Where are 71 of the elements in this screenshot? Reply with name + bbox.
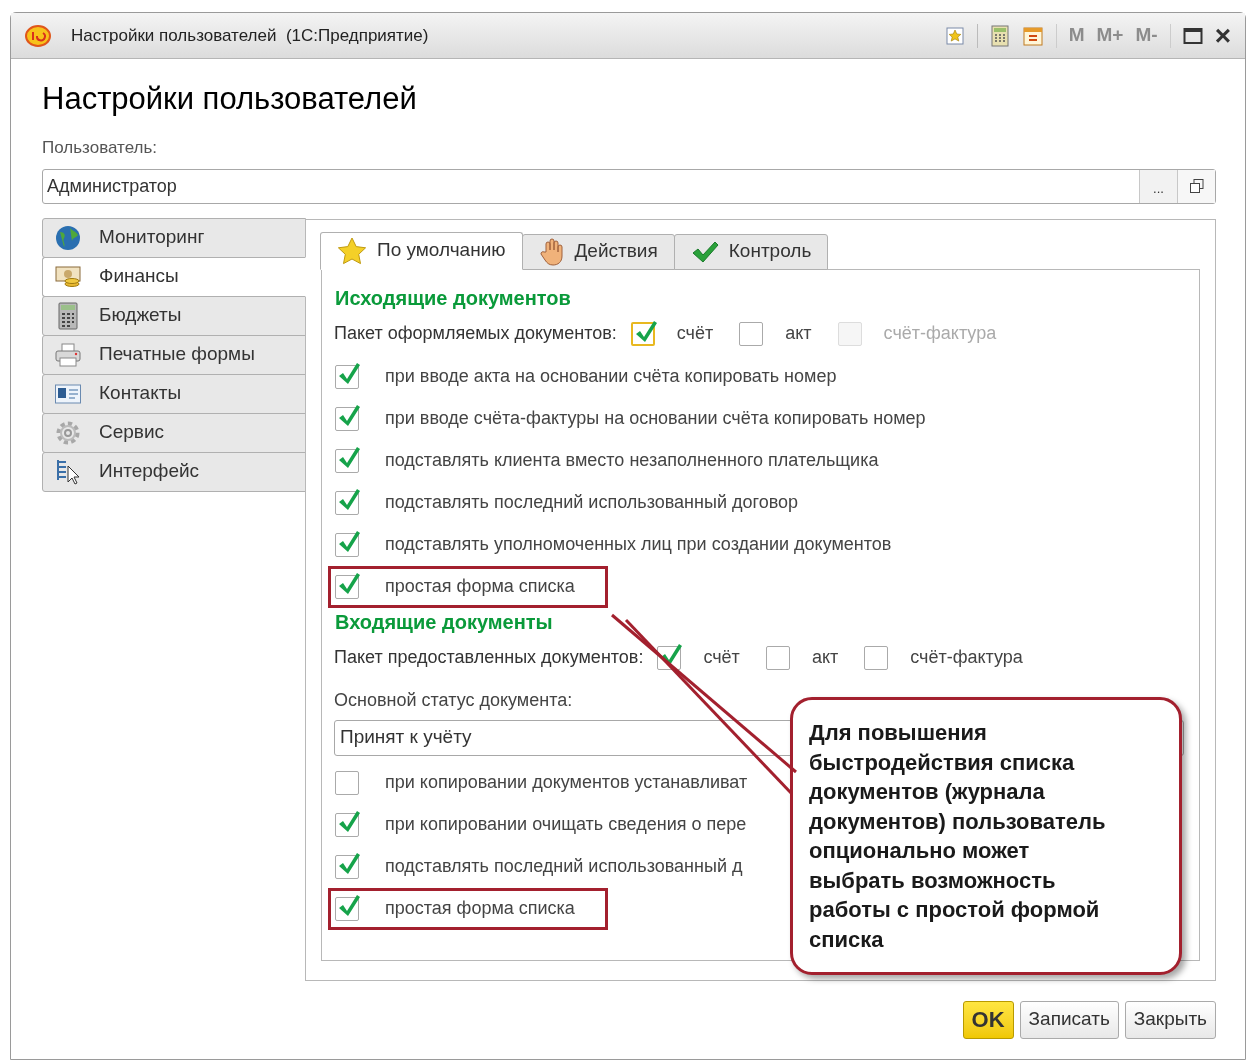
user-field[interactable]: Администратор ...: [42, 168, 1216, 204]
window-title: Настройки пользователей (1С:Предприятие): [71, 24, 430, 47]
open-window-icon: [1188, 178, 1205, 194]
field-label: Основной статус документа:: [334, 688, 574, 712]
checkbox-label: акт: [811, 646, 839, 669]
checkbox-label: счёт: [676, 322, 714, 345]
app-logo-icon: [25, 24, 51, 47]
checkbox[interactable]: [335, 406, 359, 431]
checkbox-label: простая форма списка: [385, 897, 575, 920]
favorite-icon[interactable]: [944, 25, 965, 46]
checkbox[interactable]: [335, 574, 359, 599]
section-item[interactable]: Финансы: [42, 256, 306, 297]
close-button[interactable]: ×: [1214, 21, 1231, 50]
page-heading: Настройки пользователей: [42, 80, 418, 118]
calculator-icon[interactable]: [989, 24, 1010, 47]
field-label: Пакет предоставленных документов:: [334, 646, 644, 669]
tab[interactable]: По умолчанию: [320, 231, 523, 270]
checkbox-label: счёт-фактура: [910, 646, 1023, 669]
section-item[interactable]: Печатные формы: [42, 334, 306, 375]
checkbox-label: при вводе счёта-фактуры на основании счёта копировать номер: [385, 407, 926, 430]
dialog-button[interactable]: Записать: [1019, 1000, 1119, 1039]
checkbox[interactable]: [335, 896, 359, 921]
section-item[interactable]: Интерфейс: [42, 451, 306, 492]
section-heading: Исходящие документов: [335, 285, 572, 311]
checkmark-icon: [690, 239, 719, 264]
calculator-icon: [56, 301, 80, 330]
checkbox-label: подставлять последний использованный договор: [385, 491, 799, 514]
checkbox[interactable]: [630, 321, 655, 346]
section-item[interactable]: Сервис: [42, 412, 306, 453]
checkbox[interactable]: [765, 645, 790, 670]
section-heading: Входящие документы: [335, 609, 554, 635]
star-icon: [337, 236, 367, 265]
checkbox[interactable]: [739, 321, 764, 346]
checkbox[interactable]: [335, 364, 359, 389]
checkbox[interactable]: [864, 645, 889, 670]
checkbox-label: подставлять последний использованный д: [385, 855, 743, 878]
checkbox-label: подставлять клиента вместо незаполненного плательщика: [385, 449, 879, 472]
checkbox-label: при вводе акта на основании счёта копировать номер: [385, 365, 837, 388]
checkbox-label: при копировании документов устанавливат: [385, 771, 748, 794]
section-item[interactable]: Бюджеты: [42, 295, 306, 336]
calendar-icon[interactable]: [1021, 24, 1044, 47]
ok-button[interactable]: OK: [962, 1000, 1014, 1039]
checkbox[interactable]: [335, 532, 359, 557]
checkbox-label: счёт-фактура: [883, 322, 997, 345]
tab[interactable]: Действия: [521, 233, 675, 270]
checkbox[interactable]: [335, 448, 359, 473]
open-button[interactable]: [1177, 169, 1215, 203]
globe-icon: [54, 223, 82, 252]
dialog-button[interactable]: Закрыть: [1124, 1000, 1216, 1039]
section-item[interactable]: Мониторинг: [42, 217, 306, 258]
contact-card-icon: [54, 382, 82, 405]
checkbox[interactable]: [335, 854, 359, 879]
checkbox[interactable]: [335, 490, 359, 515]
maximize-icon[interactable]: [1182, 26, 1203, 45]
section-item[interactable]: Контакты: [42, 373, 306, 414]
checkbox-label: простая форма списка: [385, 575, 575, 598]
callout: Для повышения быстродействия списка документов (журнала документов) пользователь опционально может выбрать возможность работы с простой формой списка: [790, 697, 1182, 975]
field-label: Пользователь:: [42, 137, 159, 159]
printer-icon: [54, 341, 82, 368]
checkbox[interactable]: [335, 770, 359, 795]
field-label: Пакет оформляемых документов:: [334, 322, 617, 345]
money-icon: [54, 263, 82, 290]
checkbox-label: при копировании очищать сведения о пере: [385, 813, 747, 836]
tab[interactable]: Контроль: [673, 233, 829, 270]
interface-cursor-icon: [54, 457, 82, 486]
hand-icon: [538, 237, 565, 266]
choose-button[interactable]: ...: [1139, 169, 1177, 203]
checkbox-label: счёт: [703, 646, 740, 669]
checkbox-label: подставлять уполномоченных лиц при создании документов: [385, 533, 892, 556]
checkbox-label: акт: [785, 322, 812, 345]
checkbox[interactable]: [335, 812, 359, 837]
